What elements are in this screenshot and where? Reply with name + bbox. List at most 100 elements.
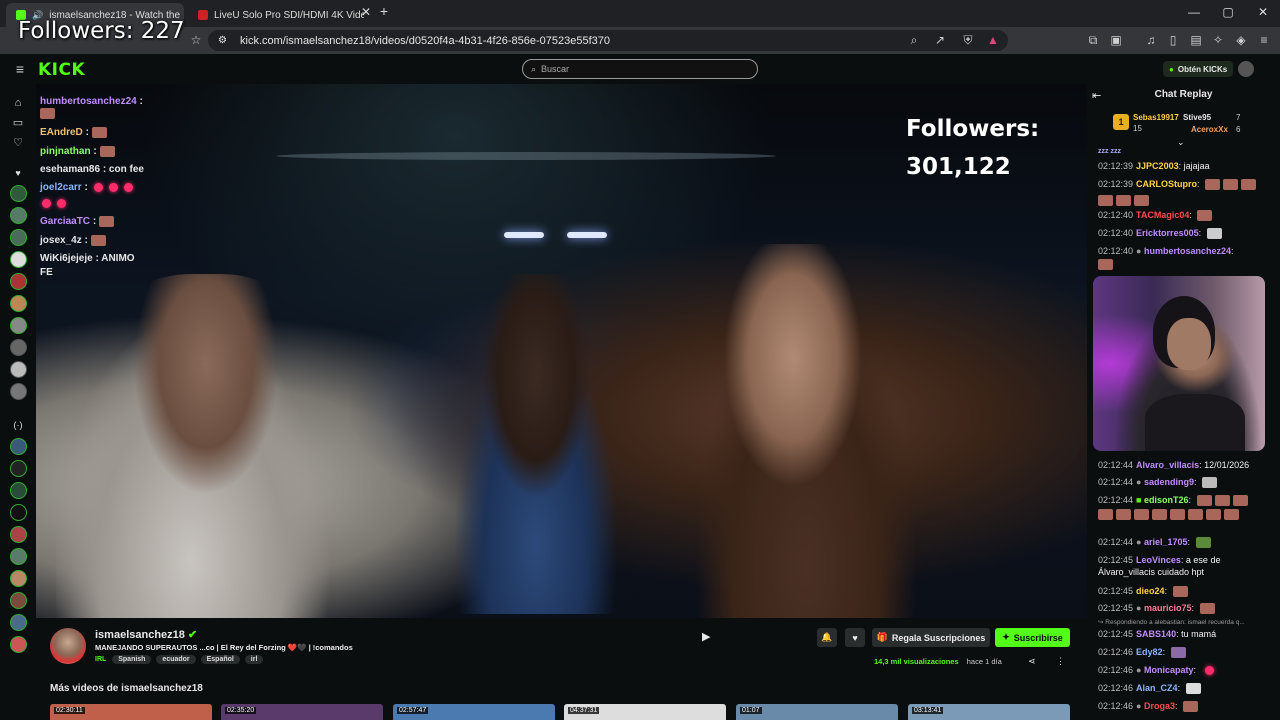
channel-avatar[interactable]: [10, 361, 27, 378]
channel-avatar[interactable]: [10, 592, 27, 609]
bookmark-icon[interactable]: ☆: [188, 33, 204, 47]
tab-liveu[interactable]: LiveU Solo Pro SDI/HDMI 4K Video/A: [188, 3, 364, 27]
video-thumbnail[interactable]: 03:13:41: [908, 704, 1070, 720]
channel-avatar[interactable]: [10, 460, 27, 477]
kick-logo[interactable]: KICK: [38, 60, 85, 80]
channel-avatar[interactable]: [10, 548, 27, 565]
channel-avatar[interactable]: [10, 526, 27, 543]
channel-avatar[interactable]: [10, 614, 27, 631]
followers-overlay: Followers: 227: [18, 18, 185, 44]
chat-timestamp: 02:12:46: [1098, 647, 1134, 657]
sidebar-toggle-icon[interactable]: ▯: [1165, 33, 1181, 47]
extensions-icon[interactable]: ⧉: [1085, 33, 1101, 47]
channel-avatar[interactable]: [10, 185, 27, 202]
chat-message: 02:12:40 Ericktorres005:: [1098, 227, 1222, 240]
webcam-feed: [1093, 276, 1265, 451]
channel-avatar[interactable]: [10, 295, 27, 312]
subscribe-button[interactable]: ✦ Suscribirse: [995, 628, 1070, 647]
hamburger-menu-icon[interactable]: ≡: [12, 62, 28, 76]
rewards-icon[interactable]: ▲: [985, 33, 1001, 47]
url-field[interactable]: ⚙ kick.com/ismaelsanchez18/videos/d0520f…: [208, 30, 1008, 51]
chat-timestamp: 02:12:40: [1098, 246, 1134, 256]
video-thumbnail[interactable]: 01:07: [736, 704, 898, 720]
overlay-chat-user: esehaman86: [40, 164, 101, 175]
ai-icon[interactable]: ✧: [1210, 33, 1226, 47]
new-tab-button[interactable]: +: [374, 3, 394, 19]
gift-subscriptions-button[interactable]: 🎁 Regala Suscripciones: [872, 628, 990, 647]
chat-message: 02:12:44 Alvaro_villacis: 12/01/2026: [1098, 460, 1250, 470]
tab-close-icon[interactable]: ✕: [356, 5, 376, 19]
video-thumbnail[interactable]: 02:57:47: [393, 704, 555, 720]
vpn-icon[interactable]: ◈: [1233, 33, 1249, 47]
chat-message: 02:12:46 Alan_CZ4:: [1098, 682, 1201, 695]
share-icon[interactable]: ⋖: [1028, 656, 1036, 667]
home-icon[interactable]: ⌂: [9, 94, 27, 112]
bookmarks-icon[interactable]: ▤: [1188, 33, 1204, 47]
emote-icon: [1172, 586, 1188, 598]
channel-avatar[interactable]: [10, 383, 27, 400]
search-input[interactable]: ⌕ Buscar: [522, 59, 758, 79]
close-window-button[interactable]: ✕: [1253, 5, 1273, 19]
video-thumbnail[interactable]: 02:35:20: [221, 704, 383, 720]
tag-spanish[interactable]: Spanish: [112, 655, 152, 664]
streamer-avatar[interactable]: [50, 628, 86, 664]
channel-avatar[interactable]: [10, 438, 27, 455]
chat-timestamp: 02:12:44: [1098, 537, 1134, 547]
streamer-face: [1167, 318, 1211, 370]
chat-emote-line: [1098, 194, 1149, 207]
notification-bell-button[interactable]: 🔔: [817, 628, 837, 647]
channel-name[interactable]: ismaelsanchez18: [95, 629, 185, 641]
site-settings-icon[interactable]: ⚙: [218, 35, 227, 46]
follow-heart-button[interactable]: ♥: [845, 628, 865, 647]
tag-espanol[interactable]: Español: [200, 655, 240, 664]
chat-message: 02:12:44 ■ edisonT26:: [1098, 494, 1248, 507]
channel-avatar[interactable]: [10, 339, 27, 356]
channel-avatar[interactable]: [10, 207, 27, 224]
overlay-chat-user: pinjnathan: [40, 146, 91, 158]
chat-user: JJPC2003: [1136, 161, 1179, 171]
channel-avatar[interactable]: [10, 229, 27, 246]
channel-avatar[interactable]: [10, 251, 27, 268]
tag-ecuador[interactable]: ecuador: [156, 655, 196, 664]
channel-avatar[interactable]: [10, 317, 27, 334]
emote-icon: [1195, 537, 1211, 549]
screenshot-icon[interactable]: ▣: [1108, 33, 1124, 47]
emote-icon: [1183, 701, 1199, 713]
user-avatar[interactable]: [1238, 61, 1254, 77]
following-icon[interactable]: ♡: [9, 134, 27, 152]
browse-icon[interactable]: ▭: [9, 114, 27, 132]
chat-timestamp: 02:12:45: [1098, 555, 1134, 565]
minimize-button[interactable]: —: [1184, 5, 1204, 19]
chat-replay-title: Chat Replay: [1154, 89, 1213, 100]
channel-avatar[interactable]: [10, 482, 27, 499]
more-options-icon[interactable]: ⋮: [1056, 656, 1065, 667]
share-icon[interactable]: ↗: [932, 33, 948, 47]
zoom-icon[interactable]: ⌕: [906, 33, 922, 47]
video-player[interactable]: Followers: 301,122 humbertosanchez24 : E…: [36, 84, 1087, 618]
chat-text: Álvaro_villacis cuidado hpt: [1098, 567, 1205, 577]
video-thumbnail[interactable]: 04:37:31: [564, 704, 726, 720]
get-kicks-button[interactable]: ● Obtén KICKs: [1163, 61, 1234, 77]
channel-avatar[interactable]: [10, 504, 27, 521]
channel-avatar[interactable]: [10, 636, 27, 653]
overlay-chat-line: WiKi6jejeje : ANIMO: [40, 253, 135, 264]
chat-timestamp: 02:12:46: [1098, 701, 1134, 711]
channel-avatar[interactable]: [10, 273, 27, 290]
tag-irl[interactable]: irl: [244, 655, 264, 664]
shield-icon[interactable]: ⛨: [960, 33, 976, 47]
chat-message: 02:12:46 Edy82:: [1098, 646, 1186, 659]
expand-leaderboard-icon[interactable]: ⌄: [1177, 137, 1185, 148]
play-cursor-icon: ▶: [702, 631, 711, 643]
maximize-button[interactable]: ▢: [1218, 5, 1238, 19]
tags-row: IRL Spanish ecuador Español irl: [95, 655, 266, 664]
video-thumbnail[interactable]: 02:30:11: [50, 704, 212, 720]
chat-message: 02:12:45 ● mauricio75:: [1098, 602, 1215, 615]
channel-avatar[interactable]: [10, 570, 27, 587]
category-link[interactable]: IRL: [95, 656, 106, 663]
emote-icon: [1205, 179, 1221, 191]
menu-icon[interactable]: ≡: [1256, 33, 1272, 47]
overlay-chat-msg: :: [93, 146, 97, 158]
emote-icon: [1223, 179, 1239, 191]
music-icon[interactable]: ♫: [1143, 33, 1159, 47]
user-badge-icon: ●: [1136, 665, 1142, 675]
